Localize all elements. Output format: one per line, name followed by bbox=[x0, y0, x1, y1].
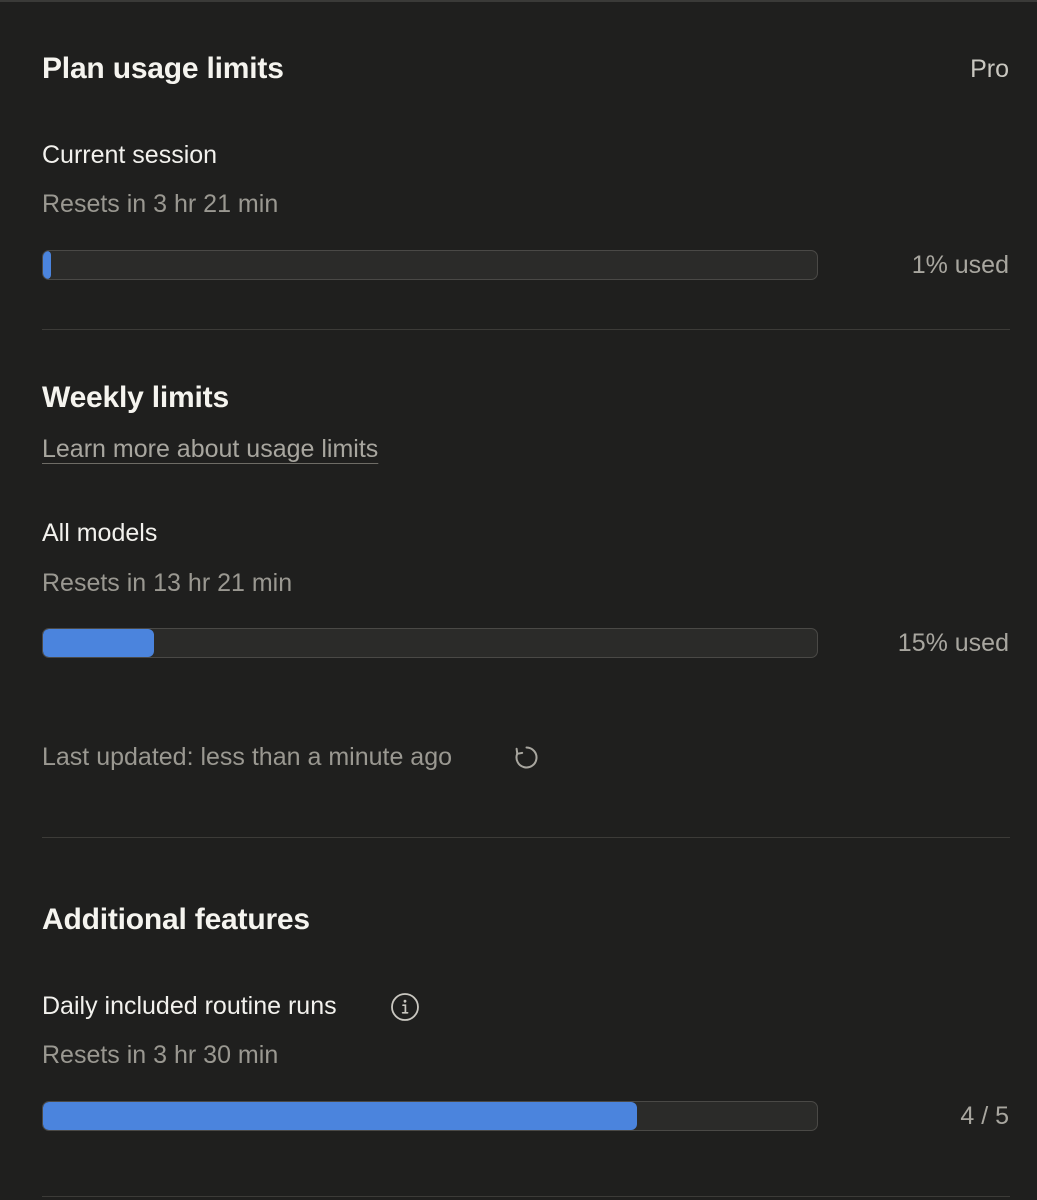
routine-runs-progress-fill bbox=[43, 1102, 638, 1130]
info-icon[interactable] bbox=[390, 992, 420, 1027]
all-models-resets: Resets in 13 hr 21 min bbox=[42, 569, 293, 597]
current-session-resets: Resets in 3 hr 21 min bbox=[42, 190, 279, 218]
additional-features-title: Additional features bbox=[42, 903, 310, 936]
all-models-progress-fill bbox=[43, 629, 155, 657]
all-models-progress bbox=[42, 628, 818, 658]
current-session-used: 1% used bbox=[911, 251, 1009, 279]
plan-tier-badge: Pro bbox=[970, 55, 1009, 83]
plan-usage-title: Plan usage limits bbox=[42, 52, 284, 85]
routine-runs-resets: Resets in 3 hr 30 min bbox=[42, 1041, 279, 1069]
section-divider bbox=[42, 837, 1010, 838]
all-models-used: 15% used bbox=[897, 629, 1009, 657]
last-updated-text: Last updated: less than a minute ago bbox=[42, 743, 453, 771]
routine-runs-used: 4 / 5 bbox=[960, 1102, 1009, 1130]
weekly-limits-title: Weekly limits bbox=[42, 381, 229, 414]
learn-more-link[interactable]: Learn more about usage limits bbox=[42, 435, 378, 464]
section-divider bbox=[42, 329, 1010, 330]
section-divider bbox=[42, 1196, 1010, 1197]
all-models-label: All models bbox=[42, 519, 158, 547]
top-border bbox=[0, 0, 1037, 2]
current-session-label: Current session bbox=[42, 141, 218, 169]
current-session-progress-fill bbox=[43, 251, 51, 279]
refresh-icon[interactable] bbox=[513, 744, 540, 776]
current-session-progress bbox=[42, 250, 818, 280]
routine-runs-progress bbox=[42, 1101, 818, 1131]
routine-runs-label: Daily included routine runs bbox=[42, 992, 337, 1020]
